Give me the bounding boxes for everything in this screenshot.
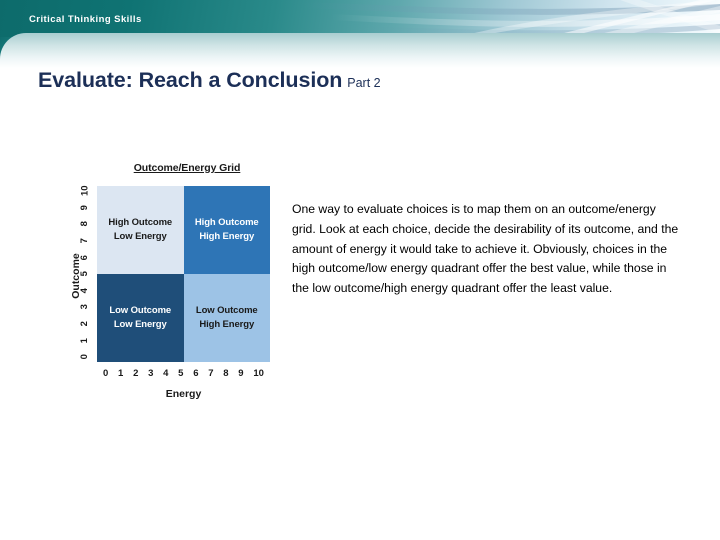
y-tick: 7 bbox=[79, 238, 91, 244]
page-header-banner: Critical Thinking Skills bbox=[0, 0, 720, 68]
x-tick: 1 bbox=[118, 368, 124, 379]
banner-title: Critical Thinking Skills bbox=[29, 14, 142, 25]
x-tick: 0 bbox=[103, 368, 109, 379]
page-title-part: Part 2 bbox=[347, 76, 381, 90]
x-tick: 8 bbox=[223, 368, 229, 379]
page-title: Evaluate: Reach a Conclusion Part 2 bbox=[38, 68, 381, 93]
quadrant-low-outcome-high-energy: Low Outcome High Energy bbox=[183, 274, 270, 362]
y-tick: 0 bbox=[79, 354, 91, 360]
y-tick: 6 bbox=[79, 254, 91, 260]
x-tick: 5 bbox=[178, 368, 184, 379]
grid-quadrants: High Outcome Low Energy High Outcome Hig… bbox=[97, 186, 270, 362]
y-tick: 9 bbox=[79, 204, 91, 211]
y-tick: 5 bbox=[79, 271, 91, 277]
y-axis-ticks: 0 1 2 3 4 5 6 7 8 9 10 bbox=[77, 185, 93, 362]
quadrant-label-line2: High Energy bbox=[199, 319, 255, 330]
banner-lower-band bbox=[0, 33, 720, 68]
y-tick: 8 bbox=[79, 221, 91, 227]
page-title-main: Evaluate: Reach a Conclusion bbox=[38, 68, 343, 92]
x-tick: 2 bbox=[133, 368, 139, 379]
y-tick: 4 bbox=[79, 287, 91, 294]
y-tick: 10 bbox=[79, 185, 91, 197]
x-axis-label: Energy bbox=[165, 388, 202, 400]
quadrant-label-line2: High Energy bbox=[199, 231, 255, 242]
figure-title: Outcome/Energy Grid bbox=[133, 162, 241, 174]
quadrant-label-line1: High Outcome bbox=[194, 217, 259, 229]
x-tick: 9 bbox=[238, 368, 244, 379]
quadrant-high-outcome-high-energy: High Outcome High Energy bbox=[183, 186, 270, 274]
x-tick: 3 bbox=[148, 368, 154, 379]
quadrant-label-line1: Low Outcome bbox=[195, 305, 258, 317]
outcome-energy-grid-figure: Outcome/Energy Grid Outcome 0 1 2 3 4 5 … bbox=[55, 160, 290, 405]
quadrant-label-line1: Low Outcome bbox=[109, 305, 172, 317]
x-tick: 4 bbox=[163, 368, 169, 379]
quadrant-high-outcome-low-energy: High Outcome Low Energy bbox=[97, 186, 184, 274]
body-paragraph: One way to evaluate choices is to map th… bbox=[292, 202, 679, 296]
quadrant-label-line2: Low Energy bbox=[113, 319, 167, 330]
quadrant-low-outcome-low-energy: Low Outcome Low Energy bbox=[97, 274, 184, 362]
x-tick: 10 bbox=[253, 368, 264, 379]
y-tick: 2 bbox=[79, 321, 91, 327]
quadrant-label-line2: Low Energy bbox=[113, 231, 167, 242]
x-tick: 7 bbox=[208, 368, 214, 379]
y-tick: 1 bbox=[79, 337, 91, 344]
quadrant-label-line1: High Outcome bbox=[108, 217, 173, 229]
y-tick: 3 bbox=[79, 304, 91, 310]
x-tick: 6 bbox=[193, 368, 199, 379]
x-axis-ticks: 0 1 2 3 4 5 6 7 8 9 10 bbox=[97, 368, 270, 379]
